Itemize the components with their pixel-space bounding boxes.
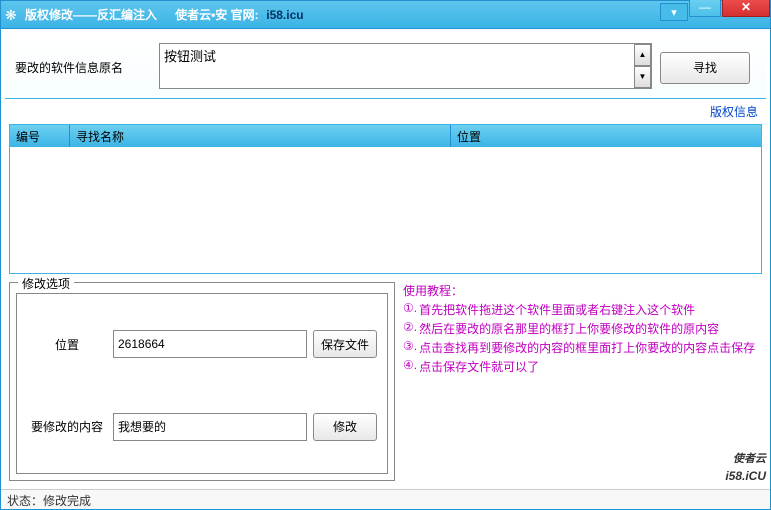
- title-text: 版权修改——反汇编注入 使者云•安 官网: i58.icu: [25, 6, 659, 23]
- tutorial-item-2: ②. 然后在要改的原名那里的框打上你要修改的软件的原内容: [403, 320, 760, 337]
- search-box: 按钮测试 ▲ ▼: [159, 43, 652, 92]
- search-textarea[interactable]: 按钮测试: [159, 43, 652, 89]
- col-position[interactable]: 位置: [451, 125, 761, 147]
- col-id[interactable]: 编号: [10, 125, 70, 147]
- save-file-button[interactable]: 保存文件: [313, 330, 377, 358]
- search-label: 要改的软件信息原名: [11, 59, 151, 76]
- modify-button[interactable]: 修改: [313, 413, 377, 441]
- minimize-button[interactable]: ―: [689, 0, 721, 17]
- lower-area: 修改选项 位置 保存文件 要修改的内容 修改 使用教程： ①. 首先把软件拖进这…: [9, 282, 762, 481]
- tutorial-item-4: ④. 点击保存文件就可以了: [403, 358, 760, 375]
- titlebar: ❋ 版权修改——反汇编注入 使者云•安 官网: i58.icu ▾ ― ✕: [1, 1, 770, 29]
- titlebar-buttons: ▾ ― ✕: [659, 1, 770, 28]
- status-text: 修改完成: [43, 494, 91, 508]
- settings-button[interactable]: ▾: [660, 3, 688, 21]
- tutorial-title: 使用教程：: [403, 282, 760, 299]
- title-part2: 使者云•安 官网:: [175, 8, 259, 22]
- app-window: ❋ 版权修改——反汇编注入 使者云•安 官网: i58.icu ▾ ― ✕ 要改…: [0, 0, 771, 510]
- modify-panel-title: 修改选项: [18, 275, 74, 292]
- spin-buttons: ▲ ▼: [634, 44, 651, 88]
- watermark-top: 使者云: [725, 455, 766, 464]
- tutorial-item-1: ①. 首先把软件拖进这个软件里面或者右键注入这个软件: [403, 301, 760, 318]
- tutorial-num-4: ④.: [403, 358, 417, 375]
- status-prefix: 状态：: [7, 494, 43, 508]
- close-button[interactable]: ✕: [722, 0, 770, 17]
- tutorial-panel: 使用教程： ①. 首先把软件拖进这个软件里面或者右键注入这个软件 ②. 然后在要…: [401, 282, 762, 481]
- position-label: 位置: [27, 336, 107, 353]
- tutorial-item-3: ③. 点击查找再到要修改的内容的框里面打上你要改的内容点击保存: [403, 339, 760, 356]
- find-button[interactable]: 寻找: [660, 52, 750, 84]
- tutorial-text-3: 点击查找再到要修改的内容的框里面打上你要改的内容点击保存: [419, 339, 755, 356]
- tutorial-num-1: ①.: [403, 301, 417, 318]
- modify-inner: 位置 保存文件 要修改的内容 修改: [16, 293, 388, 474]
- content-label: 要修改的内容: [27, 418, 107, 435]
- title-part1: 版权修改——反汇编注入: [25, 8, 157, 22]
- tutorial-num-2: ②.: [403, 320, 417, 337]
- copyright-info-link[interactable]: 版权信息: [710, 105, 758, 119]
- tutorial-text-1: 首先把软件拖进这个软件里面或者右键注入这个软件: [419, 301, 695, 318]
- link-row: 版权信息: [5, 99, 766, 124]
- results-table: 编号 寻找名称 位置: [9, 124, 762, 274]
- spin-up-icon[interactable]: ▲: [634, 44, 651, 66]
- statusbar: 状态：修改完成: [1, 489, 770, 509]
- client-area: 要改的软件信息原名 按钮测试 ▲ ▼ 寻找 版权信息 编号 寻找名称 位置: [1, 29, 770, 489]
- spin-down-icon[interactable]: ▼: [634, 66, 651, 88]
- app-icon: ❋: [5, 7, 21, 23]
- table-body[interactable]: [10, 147, 761, 273]
- col-name[interactable]: 寻找名称: [70, 125, 451, 147]
- title-url: i58.icu: [266, 8, 303, 22]
- modify-panel: 修改选项 位置 保存文件 要修改的内容 修改: [9, 282, 395, 481]
- table-header: 编号 寻找名称 位置: [10, 125, 761, 147]
- watermark-main: i58.iCU: [725, 469, 766, 483]
- tutorial-text-2: 然后在要改的原名那里的框打上你要修改的软件的原内容: [419, 320, 719, 337]
- search-row: 要改的软件信息原名 按钮测试 ▲ ▼ 寻找: [5, 33, 766, 99]
- position-input[interactable]: [113, 330, 307, 358]
- watermark: 使者云 i58.iCU: [725, 455, 766, 483]
- content-input[interactable]: [113, 413, 307, 441]
- tutorial-text-4: 点击保存文件就可以了: [419, 358, 539, 375]
- tutorial-num-3: ③.: [403, 339, 417, 356]
